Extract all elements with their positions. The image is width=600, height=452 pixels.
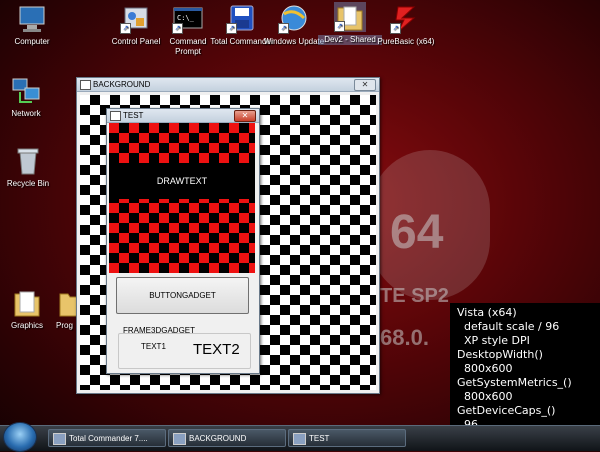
command-prompt-icon: C:\_ ↗ [172, 4, 204, 34]
taskbar-button-label: Total Commander 7.... [69, 434, 148, 443]
shortcut-arrow-icon: ↗ [172, 23, 183, 34]
shortcut-arrow-icon: ↗ [334, 21, 345, 32]
desktop-icon-purebasic[interactable]: ↗ PureBasic (x64) [374, 4, 438, 47]
info-line: default scale / 96 [457, 320, 560, 333]
recycle-bin-icon [12, 146, 44, 176]
desktop-icon-label: Prog [56, 321, 73, 330]
taskbar-button-label: TEST [309, 434, 330, 443]
window-app-icon [293, 433, 306, 445]
purebasic-icon: ↗ [390, 4, 422, 34]
info-line: Vista (x64) [457, 306, 517, 319]
desktop-icon-dev2-shared[interactable]: ↗ Dev2 - Shared [318, 2, 382, 45]
background-window-title: BACKGROUND [93, 80, 151, 89]
red-checkerboard-canvas: DRAWTEXT [109, 123, 255, 273]
desktop-icon-label: Network [11, 109, 41, 118]
shortcut-arrow-icon: ↗ [120, 23, 131, 34]
taskbar-button-label: BACKGROUND [189, 434, 247, 443]
start-button[interactable] [3, 422, 37, 452]
shortcut-arrow-icon: ↗ [390, 23, 401, 34]
text2-label: TEXT2 [193, 341, 240, 358]
folder-icon [11, 288, 43, 318]
info-line: XP style DPI [457, 334, 530, 347]
taskbar-button-total-commander[interactable]: Total Commander 7.... [48, 429, 166, 447]
desktop-icon-label: PureBasic (x64) [377, 37, 435, 46]
wallpaper-text-sp: TE SP2 [380, 285, 449, 307]
folder-icon: ↗ [334, 2, 366, 32]
test-window-title: TEST [123, 111, 144, 120]
folder-icon [58, 288, 79, 318]
test-window-titlebar[interactable]: TEST ✕ [107, 109, 259, 123]
desktop-icon-network[interactable]: Network [0, 76, 58, 119]
test-window-client: DRAWTEXT BUTTONGADGET FRAME3DGADGET TEXT… [109, 123, 257, 371]
test-window[interactable]: TEST ✕ DRAWTEXT BUTTONGADGET FRAME3DGADG… [106, 108, 260, 374]
desktop-icon-label: Dev2 - Shared [318, 35, 382, 45]
info-line: DesktopWidth() [457, 348, 543, 361]
window-app-icon [80, 80, 91, 90]
desktop-icon-windows-update[interactable]: ↗ Windows Update [262, 4, 326, 47]
button-gadget[interactable]: BUTTONGADGET [116, 277, 249, 314]
wallpaper-text-version: 68.0. [380, 325, 429, 350]
desktop-icon-label: Recycle Bin [6, 179, 50, 188]
window-app-icon [110, 111, 121, 121]
windows-update-icon: ↗ [278, 4, 310, 34]
control-panel-icon: ↗ [120, 4, 152, 34]
total-commander-icon: ↗ [226, 4, 258, 34]
desktop-icon-recycle-bin[interactable]: Recycle Bin [0, 146, 60, 189]
taskbar-button-test[interactable]: TEST [288, 429, 406, 447]
text1-label: TEXT1 [141, 342, 166, 351]
taskbar-button-background[interactable]: BACKGROUND [168, 429, 286, 447]
desktop-icon-prog[interactable]: Prog [40, 288, 80, 331]
computer-icon [16, 4, 48, 34]
window-app-icon [173, 433, 186, 445]
drawtext-label: DRAWTEXT [109, 163, 255, 199]
close-button[interactable]: ✕ [354, 79, 376, 91]
total-commander-icon [53, 433, 66, 445]
wallpaper-text-64: 64 [390, 206, 444, 259]
info-line: 800x600 [457, 362, 513, 375]
shortcut-arrow-icon: ↗ [278, 23, 289, 34]
background-window-titlebar[interactable]: BACKGROUND ✕ [77, 78, 379, 92]
info-line: GetDeviceCaps_() [457, 404, 556, 417]
desktop-icon-label: Windows Update [263, 37, 325, 46]
close-button[interactable]: ✕ [234, 110, 256, 122]
svg-text:C:\_: C:\_ [177, 14, 195, 22]
network-icon [10, 76, 42, 106]
desktop-icon-computer[interactable]: Computer [0, 4, 64, 47]
info-line: 800x600 [457, 390, 513, 403]
desktop-icon-label: Computer [14, 37, 50, 46]
info-line: GetSystemMetrics_() [457, 376, 572, 389]
shortcut-arrow-icon: ↗ [226, 23, 237, 34]
